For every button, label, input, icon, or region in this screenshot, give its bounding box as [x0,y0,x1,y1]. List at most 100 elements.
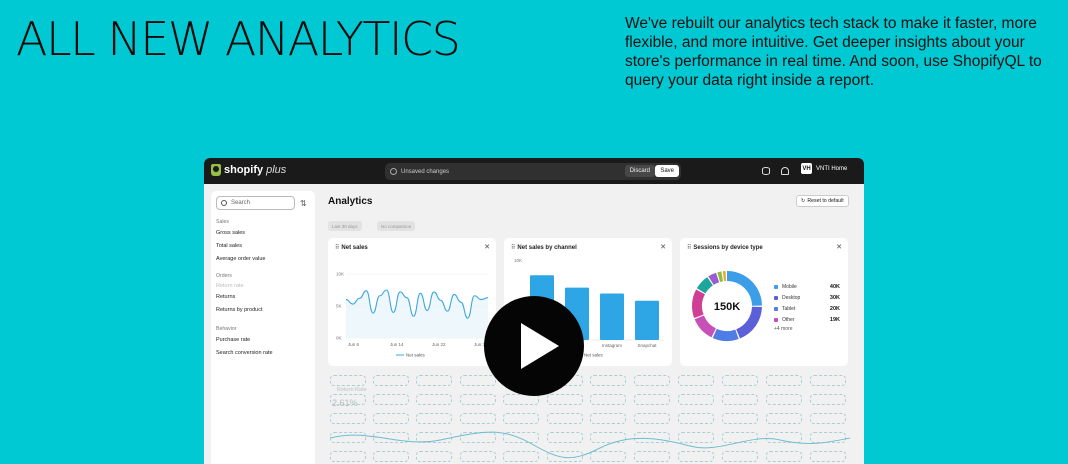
info-icon [390,168,397,175]
play-video-button[interactable] [484,296,584,396]
y-tick-label: 0K [336,336,342,341]
comparison-chip[interactable]: No comparison [377,221,416,231]
y-tick-label: 10K [514,258,522,263]
sidebar-item[interactable]: Return rate [216,281,262,291]
admin-topbar: shopify plus Unsaved changes Discard Save… [204,158,864,184]
more-devices-link[interactable]: +4 more [774,326,792,332]
donut-slice [694,315,716,338]
close-icon[interactable]: ✕ [836,243,842,251]
placeholder-pill [416,375,452,386]
sidebar-section-sales: Sales Gross sales Total sales Average or… [216,217,265,266]
bell-icon[interactable] [781,167,789,175]
placeholder-pill [547,394,583,405]
bar [600,293,624,340]
sidebar-item[interactable]: Purchase rate [216,334,273,347]
store-avatar: VH [801,163,812,174]
device-legend: Mobile 40K Desktop 30K Tablet 20K Other 19K [774,281,840,325]
placeholder-pill [678,375,714,386]
placeholder-pill [416,394,452,405]
placeholder-pill [590,375,626,386]
shopify-bag-icon [211,164,221,176]
drag-handle-icon[interactable]: ⠿ [511,244,516,251]
placeholder-pill [373,394,409,405]
close-icon[interactable]: ✕ [484,243,490,251]
legend-label: Mobile [782,283,797,290]
donut-slice [712,328,739,341]
legend-row: Desktop 30K [774,292,840,303]
placeholder-pill [766,394,802,405]
bar [635,300,659,340]
save-button[interactable]: Save [655,165,679,177]
card-title: ⠿ Sessions by device type [687,244,763,252]
reset-label: Reset to default [807,198,844,204]
sidebar-item[interactable]: Total sales [216,240,265,253]
legend-swatch [774,295,778,300]
placeholder-pill [590,394,626,405]
close-icon[interactable]: ✕ [660,243,666,251]
sort-icon[interactable]: ⇅ [300,199,307,208]
reset-to-default-button[interactable]: ↻ Reset to default [796,195,849,207]
store-name: VNTI Home [816,165,848,172]
shopify-plus-logo: shopify plus [211,164,286,176]
donut-slice [692,289,705,319]
donut-center-value: 150K [714,301,740,313]
unsaved-changes-text: Unsaved changes [401,168,450,175]
placeholder-pill [373,375,409,386]
legend-row: Mobile 40K [774,281,840,292]
card-title: ⠿ Net sales by channel [511,244,577,252]
sidebar-item[interactable]: Average order value [216,253,265,266]
return-rate-value: 2.61% [332,398,358,408]
legend-value: 20K [829,305,840,312]
placeholder-pill [460,375,496,386]
legend-value: 19K [829,316,840,323]
reset-icon: ↻ [801,198,806,204]
sidebar-item[interactable]: Returns by product [216,304,262,317]
sidebar-section-orders: Orders Return rate Returns Returns by pr… [216,271,262,317]
date-range-chip[interactable]: Last 30 days [328,221,362,231]
placeholder-pill [330,375,366,386]
drag-handle-icon[interactable]: ⠿ [335,244,340,251]
card-title-text: Net sales by channel [517,244,577,251]
legend-label: Net sales [406,353,426,358]
sidebar-item[interactable]: Search conversion rate [216,347,273,360]
reports-sidebar: Search ⇅ Sales Gross sales Total sales A… [211,191,315,464]
card-title: ⠿ Net sales [335,244,368,252]
donut-slice [722,271,727,282]
y-tick-label: 5K [336,304,342,309]
sidebar-item[interactable]: Returns [216,291,262,304]
card-title-text: Sessions by device type [693,244,763,251]
placeholder-pill [634,394,670,405]
placeholder-pill [810,394,846,405]
placeholder-pill [460,394,496,405]
sidebar-heading: Sales [216,219,229,225]
net-sales-chart: 10K5K0KJun 6 Jun 14 Jun 22 Jun 30Net sales [336,272,489,358]
legend-row: Tablet 20K [774,303,840,314]
logo-text: shopify [224,164,264,176]
legend-label: Other [782,316,795,323]
return-rate-line [330,431,850,459]
legend-swatch [774,317,778,322]
legend-swatch [774,306,778,311]
placeholder-pill [678,394,714,405]
unsaved-changes-bar: Unsaved changes Discard Save [385,163,681,180]
search-input[interactable]: Search [216,196,295,210]
legend-label: Tablet [782,305,796,312]
sidebar-item[interactable]: Gross sales [216,227,265,240]
return-rate-label: Return Rate [337,387,367,393]
legend-swatch [774,284,778,289]
sessions-by-device-card: 150K ⠿ Sessions by device type ✕ Mobile 40… [680,238,848,366]
x-tick-label: Jun 6 [348,342,360,347]
sidebar-heading: Orders [216,273,232,279]
discard-button[interactable]: Discard [624,165,655,177]
search-placeholder: Search [231,200,251,206]
logo-plus-text: plus [266,164,287,176]
store-menu[interactable]: VH VNTI Home [801,163,847,174]
sidebar-section-behavior: Behavior Purchase rate Search conversion… [216,324,273,360]
legend-label: Net sales [584,353,604,358]
drag-handle-icon[interactable]: ⠿ [687,244,692,251]
x-tick-label: Jun 14 [390,342,404,347]
x-tick-label: Instagram [602,343,622,348]
placeholder-pill [722,394,758,405]
y-tick-label: 10K [336,272,344,277]
database-icon[interactable] [762,167,770,175]
